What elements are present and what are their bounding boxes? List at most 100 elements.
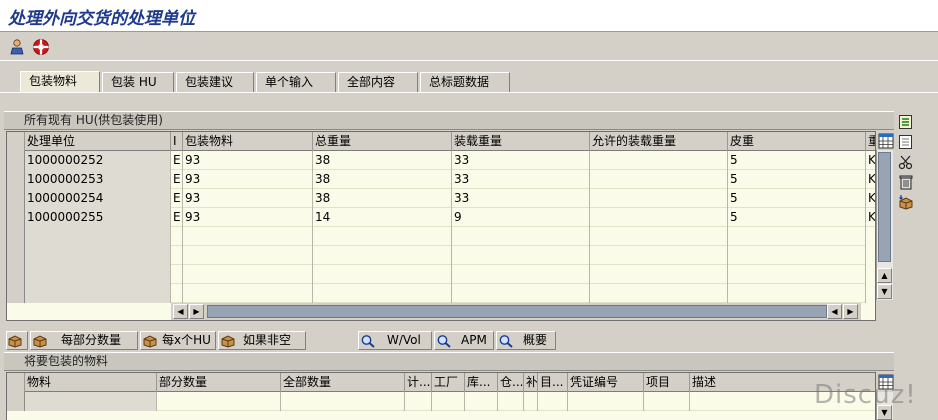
deselect-all-button[interactable] bbox=[896, 132, 916, 152]
weight-unit[interactable]: KG bbox=[866, 208, 875, 227]
total-weight[interactable]: 38 bbox=[313, 151, 452, 170]
scroll-right-button[interactable]: ▶ bbox=[189, 304, 204, 319]
allowed-loading-weight[interactable] bbox=[590, 151, 728, 170]
table-row[interactable]: 1000000253 E 93 38 33 5 KG bbox=[7, 170, 875, 189]
scroll-right-end-button[interactable]: ▶ bbox=[843, 304, 858, 319]
select-all-button[interactable] bbox=[896, 112, 916, 132]
tab-pack-material[interactable]: 包装物料 bbox=[20, 71, 100, 94]
loading-weight[interactable]: 33 bbox=[452, 151, 590, 170]
col-supplement[interactable]: 补 bbox=[524, 373, 538, 392]
scroll-left-button[interactable]: ◀ bbox=[173, 304, 188, 319]
col-unit[interactable]: 计... bbox=[405, 373, 432, 392]
table-row[interactable] bbox=[7, 392, 875, 411]
hu-number[interactable]: 1000000253 bbox=[25, 170, 171, 189]
col-plant[interactable]: 工厂 bbox=[432, 373, 465, 392]
hscroll-thumb[interactable] bbox=[207, 305, 827, 318]
user-profile-button[interactable] bbox=[6, 36, 28, 58]
col-total-weight[interactable]: 总重量 bbox=[313, 132, 452, 151]
pack-button[interactable] bbox=[6, 331, 28, 350]
tab-single-entry[interactable]: 单个输入 bbox=[256, 72, 336, 93]
tab-pack-proposal[interactable]: 包装建议 bbox=[176, 72, 254, 93]
col-material[interactable]: 物料 bbox=[25, 373, 157, 392]
col-target[interactable]: 目... bbox=[538, 373, 568, 392]
table-row[interactable]: 1000000255 E 93 14 9 5 KG bbox=[7, 208, 875, 227]
hu-table-vscrollbar[interactable]: ▲ ▼ bbox=[876, 150, 893, 300]
table-row[interactable] bbox=[7, 265, 866, 284]
allowed-loading-weight[interactable] bbox=[590, 189, 728, 208]
scroll-down-button[interactable]: ▼ bbox=[877, 284, 892, 299]
row-selector[interactable] bbox=[7, 170, 25, 189]
loading-weight[interactable]: 33 bbox=[452, 170, 590, 189]
select-all-rows[interactable] bbox=[7, 373, 25, 392]
col-tare-weight[interactable]: 皮重 bbox=[728, 132, 866, 151]
row-selector[interactable] bbox=[7, 151, 25, 170]
col-partial-qty[interactable]: 部分数量 bbox=[157, 373, 281, 392]
weight-unit[interactable]: KG bbox=[866, 189, 875, 208]
pack-per-x-hu-button[interactable]: 每x个HU bbox=[140, 331, 216, 350]
watermark: Discuz! bbox=[814, 380, 917, 410]
tare-weight[interactable]: 5 bbox=[728, 208, 866, 227]
indicator[interactable]: E bbox=[171, 170, 183, 189]
hu-number[interactable]: 1000000252 bbox=[25, 151, 171, 170]
col-allowed-loading-weight[interactable]: 允许的装载重量 bbox=[590, 132, 728, 151]
col-handling-unit[interactable]: 处理单位 bbox=[25, 132, 171, 151]
total-weight[interactable]: 14 bbox=[313, 208, 452, 227]
table-row[interactable] bbox=[7, 284, 866, 303]
col-loading-weight[interactable]: 装载重量 bbox=[452, 132, 590, 151]
col-indicator[interactable]: I bbox=[171, 132, 183, 151]
table-row[interactable]: 1000000252 E 93 38 33 5 KG bbox=[7, 151, 875, 170]
col-document-number[interactable]: 凭证编号 bbox=[568, 373, 644, 392]
hu-table-hscrollbar[interactable]: ◀ ▶ ◀ ▶ bbox=[171, 303, 861, 320]
scroll-left-end-button[interactable]: ◀ bbox=[827, 304, 842, 319]
table-row[interactable] bbox=[7, 227, 866, 246]
indicator[interactable]: E bbox=[171, 189, 183, 208]
col-total-qty[interactable]: 全部数量 bbox=[281, 373, 405, 392]
allowed-loading-weight[interactable] bbox=[590, 208, 728, 227]
weight-unit[interactable]: KG bbox=[866, 151, 875, 170]
col-weight-unit[interactable]: 重 bbox=[866, 132, 875, 151]
tare-weight[interactable]: 5 bbox=[728, 170, 866, 189]
pack-material[interactable]: 93 bbox=[183, 170, 313, 189]
delete-button[interactable] bbox=[896, 172, 916, 192]
apm-button[interactable]: APM bbox=[434, 331, 494, 350]
pack-material[interactable]: 93 bbox=[183, 208, 313, 227]
allowed-loading-weight[interactable] bbox=[590, 170, 728, 189]
tab-all-contents[interactable]: 全部内容 bbox=[338, 72, 418, 93]
hu-number[interactable]: 1000000255 bbox=[25, 208, 171, 227]
indicator[interactable]: E bbox=[171, 208, 183, 227]
pack-if-not-empty-button[interactable]: 如果非空 bbox=[218, 331, 306, 350]
row-selector[interactable] bbox=[7, 208, 25, 227]
tab-pack-hu[interactable]: 包装 HU bbox=[102, 72, 174, 93]
loading-weight[interactable]: 9 bbox=[452, 208, 590, 227]
select-all-rows[interactable] bbox=[7, 132, 25, 151]
overview-button[interactable]: 概要 bbox=[496, 331, 556, 350]
tare-weight[interactable]: 5 bbox=[728, 151, 866, 170]
indicator[interactable]: E bbox=[171, 151, 183, 170]
tare-weight[interactable]: 5 bbox=[728, 189, 866, 208]
col-pack-material[interactable]: 包装物料 bbox=[183, 132, 313, 151]
weight-unit[interactable]: KG bbox=[866, 170, 875, 189]
lifebuoy-icon bbox=[33, 39, 49, 55]
hu-table-header: 处理单位 I 包装物料 总重量 装载重量 允许的装载重量 皮重 重 bbox=[7, 132, 875, 151]
total-weight[interactable]: 38 bbox=[313, 170, 452, 189]
wvol-button[interactable]: W/Vol bbox=[358, 331, 432, 350]
scroll-up-button[interactable]: ▲ bbox=[877, 268, 892, 283]
cut-button[interactable] bbox=[896, 152, 916, 172]
table-settings-button[interactable] bbox=[876, 131, 896, 151]
vscroll-thumb[interactable] bbox=[878, 152, 891, 262]
table-row[interactable] bbox=[7, 246, 866, 265]
col-item[interactable]: 项目 bbox=[644, 373, 690, 392]
pack-per-partial-qty-button[interactable]: 每部分数量 bbox=[30, 331, 138, 350]
tab-header-data[interactable]: 总标题数据 bbox=[420, 72, 510, 93]
col-storage-location[interactable]: 库... bbox=[465, 373, 498, 392]
pack-material[interactable]: 93 bbox=[183, 151, 313, 170]
hu-number[interactable]: 1000000254 bbox=[25, 189, 171, 208]
unpack-button[interactable] bbox=[896, 192, 916, 212]
total-weight[interactable]: 38 bbox=[313, 189, 452, 208]
col-warehouse[interactable]: 仓... bbox=[498, 373, 524, 392]
pack-material[interactable]: 93 bbox=[183, 189, 313, 208]
table-row[interactable]: 1000000254 E 93 38 33 5 KG bbox=[7, 189, 875, 208]
help-lifebuoy-button[interactable] bbox=[30, 36, 52, 58]
loading-weight[interactable]: 33 bbox=[452, 189, 590, 208]
row-selector[interactable] bbox=[7, 189, 25, 208]
